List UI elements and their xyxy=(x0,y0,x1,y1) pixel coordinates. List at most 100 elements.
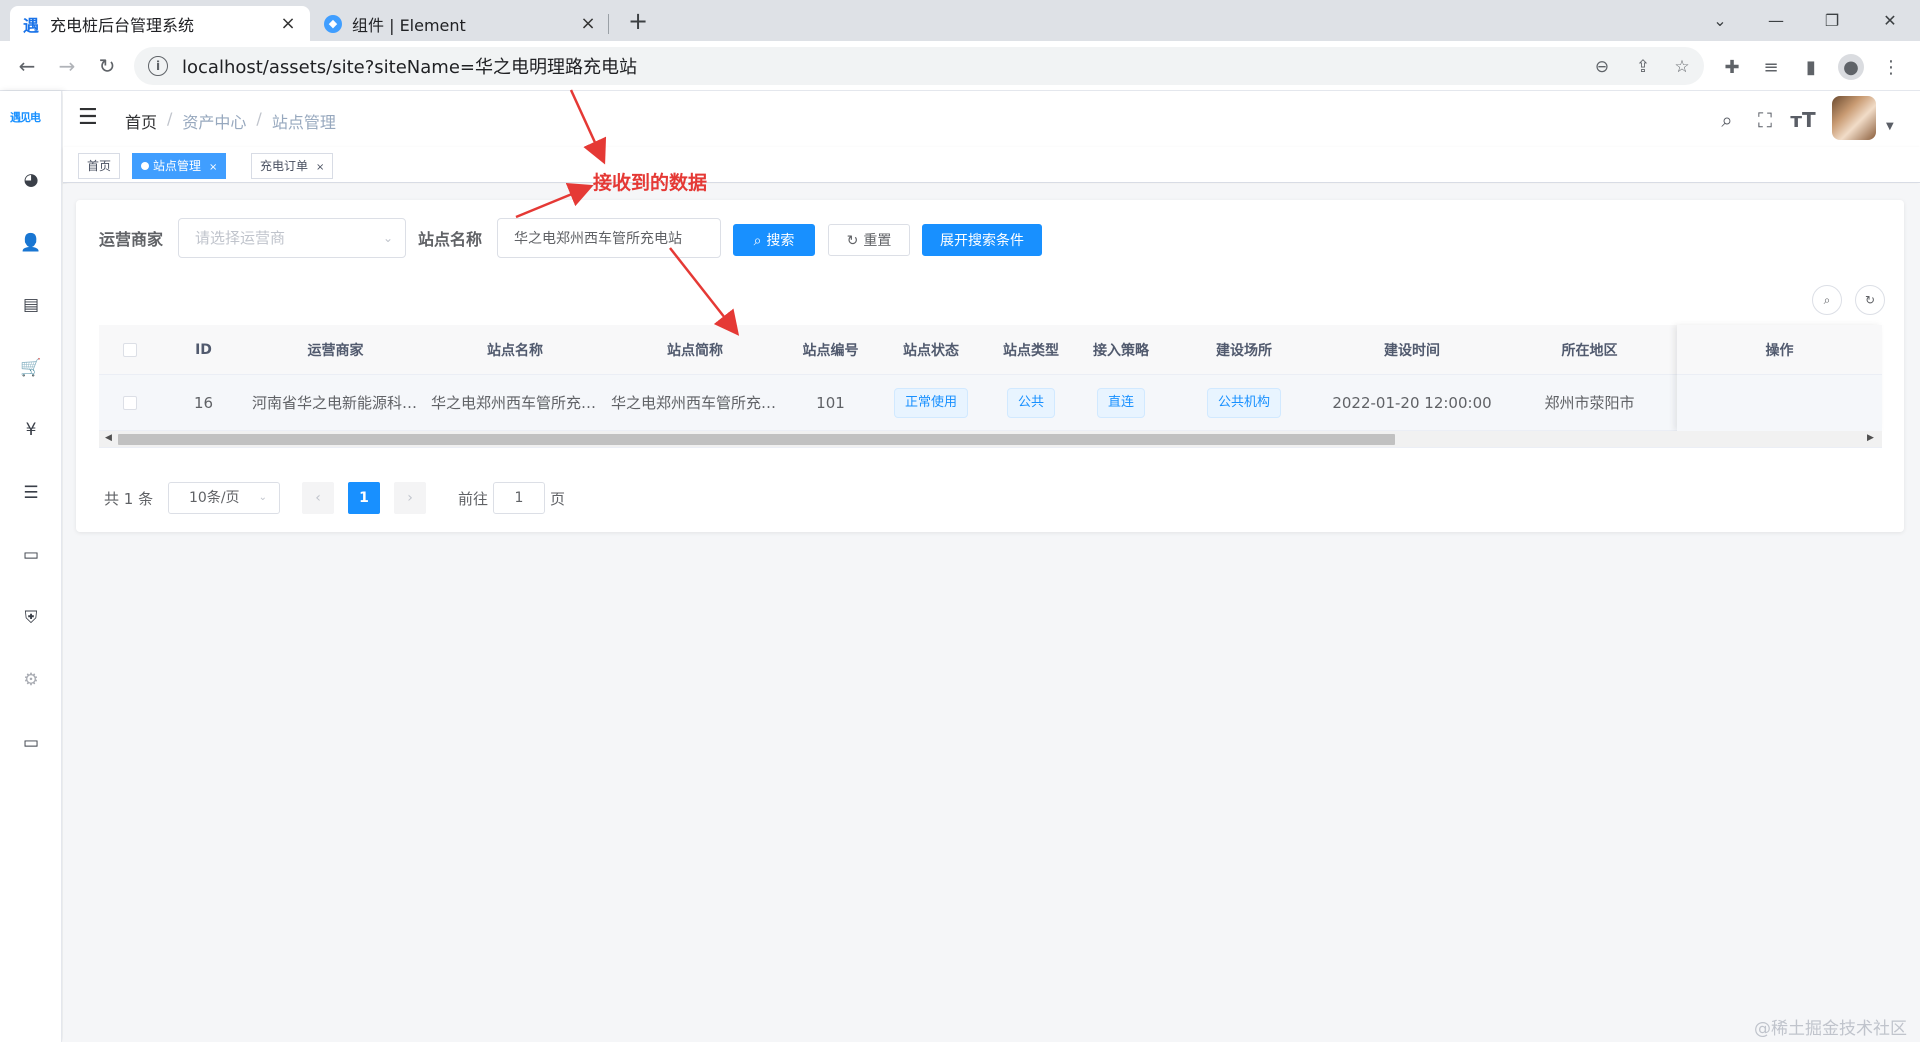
tag-label: 首页 xyxy=(87,159,112,173)
goto-label: 前往 xyxy=(458,490,489,508)
extensions-icon[interactable]: ✚ xyxy=(1719,54,1745,80)
url-text: localhost/assets/site?siteName=华之电明理路充电站 xyxy=(182,57,637,78)
chevron-down-icon: ⌄ xyxy=(258,492,267,503)
column-header[interactable]: ID xyxy=(161,325,246,374)
page-number-current[interactable]: 1 xyxy=(348,482,380,514)
page-size-select[interactable]: 10条/页 ⌄ xyxy=(168,482,280,514)
breadcrumb-asset-center: 资产中心 xyxy=(182,113,247,132)
fullscreen-icon[interactable]: ⛶ xyxy=(1752,107,1778,133)
shield-icon[interactable]: ⛨ xyxy=(20,607,42,629)
browser-tab-active[interactable]: 遇 充电桩后台管理系统 × xyxy=(10,6,310,41)
cell-site-no: 101 xyxy=(816,393,845,412)
database-icon[interactable]: ☰ xyxy=(20,482,42,504)
select-all-checkbox[interactable] xyxy=(99,325,161,374)
address-bar[interactable]: i localhost/assets/site?siteName=华之电明理路充… xyxy=(134,47,1704,85)
cell-status: 正常使用 xyxy=(876,375,986,430)
cell-site-name-text: 华之电郑州西车管所充电站 xyxy=(431,394,605,412)
column-header[interactable]: 站点简称 xyxy=(605,325,785,374)
site-info-icon[interactable]: i xyxy=(148,56,168,76)
reset-button-label: 重置 xyxy=(863,232,892,248)
search-icon[interactable]: ⌕ xyxy=(1714,107,1740,133)
tag-home[interactable]: 首页 xyxy=(78,153,121,179)
money-icon[interactable]: ¥ xyxy=(20,419,42,441)
caret-down-icon[interactable]: ▼ xyxy=(1886,121,1894,132)
breadcrumb-home[interactable]: 首页 xyxy=(125,109,157,133)
tag-close-icon[interactable]: × xyxy=(316,162,324,173)
breadcrumb-site-management: 站点管理 xyxy=(271,113,336,132)
minimize-icon[interactable]: — xyxy=(1748,0,1804,41)
column-header[interactable]: 建设场所 xyxy=(1166,325,1322,374)
side-panel-icon[interactable]: ▮ xyxy=(1798,54,1824,80)
back-icon[interactable]: ← xyxy=(12,51,42,81)
reading-list-icon[interactable]: ≡ xyxy=(1758,54,1784,80)
cell-operator: 河南省华之电新能源科技有限公司 xyxy=(246,375,425,430)
window-close-icon[interactable]: ✕ xyxy=(1862,0,1918,41)
dashboard-icon[interactable]: ◕ xyxy=(20,169,42,191)
horizontal-scrollbar[interactable]: ◀ ▶ xyxy=(99,431,1882,448)
column-header[interactable]: 站点状态 xyxy=(876,325,986,374)
search-icon: ⌕ xyxy=(753,231,762,248)
share-icon[interactable]: ⇪ xyxy=(1631,55,1655,79)
annotation-label: 接收到的数据 xyxy=(593,172,708,194)
cell-site-name: 华之电郑州西车管所充电站 xyxy=(425,375,605,430)
checkbox-box[interactable] xyxy=(123,342,137,357)
gear-icon[interactable]: ⚙ xyxy=(20,669,42,691)
scroll-right-icon[interactable]: ▶ xyxy=(1867,433,1874,443)
scroll-left-icon[interactable]: ◀ xyxy=(105,433,112,443)
prev-page-button[interactable]: ‹ xyxy=(302,482,334,514)
expand-button-label: 展开搜索条件 xyxy=(940,232,1024,248)
font-size-icon[interactable]: тT xyxy=(1790,107,1816,133)
tab-search-icon[interactable]: ⌄ xyxy=(1692,0,1748,41)
chart-icon[interactable]: ▤ xyxy=(20,294,42,316)
column-header[interactable]: 建设时间 xyxy=(1322,325,1502,374)
cell-region: 郑州市荥阳市 xyxy=(1544,394,1635,412)
new-tab-icon[interactable]: + xyxy=(624,6,652,36)
next-page-button[interactable]: › xyxy=(394,482,426,514)
search-button[interactable]: ⌕ 搜索 xyxy=(733,224,815,256)
close-tab-icon[interactable]: × xyxy=(278,13,298,34)
column-header[interactable]: 站点名称 xyxy=(425,325,605,374)
profile-icon[interactable]: ● xyxy=(1838,54,1864,80)
expand-search-button[interactable]: 展开搜索条件 xyxy=(922,224,1042,256)
column-header[interactable]: 站点类型 xyxy=(986,325,1076,374)
pagination-total: 共 1 条 xyxy=(104,490,154,508)
refresh-table-icon[interactable]: ↻ xyxy=(1855,285,1885,315)
scrollbar-thumb[interactable] xyxy=(118,434,1395,445)
search-button-label: 搜索 xyxy=(766,232,795,248)
tag-charging-order[interactable]: 充电订单 × xyxy=(251,153,334,179)
type-badge: 公共 xyxy=(1006,387,1055,418)
browser-tab-element[interactable]: ◆ 组件 | Element × xyxy=(312,6,610,41)
forward-icon[interactable]: → xyxy=(52,51,82,81)
operator-placeholder: 请选择运营商 xyxy=(195,229,286,247)
browser-tab-bar: 遇 充电桩后台管理系统 × ◆ 组件 | Element × + ⌄ — ❐ ✕ xyxy=(0,0,1920,41)
restore-icon[interactable]: ❐ xyxy=(1804,0,1860,41)
screen-icon[interactable]: ▭ xyxy=(20,732,42,754)
row-checkbox[interactable] xyxy=(99,375,161,430)
column-header[interactable]: 运营商家 xyxy=(246,325,425,374)
monitor-icon[interactable]: ▭ xyxy=(20,544,42,566)
app-logo[interactable]: 遇见电 xyxy=(10,109,52,127)
zoom-icon[interactable]: ⊖ xyxy=(1590,55,1614,79)
users-icon[interactable]: 👤 xyxy=(20,232,42,254)
active-dot-icon xyxy=(141,162,149,170)
checkbox-box[interactable] xyxy=(123,395,137,410)
tag-site-management[interactable]: 站点管理 × xyxy=(132,153,227,179)
operator-select[interactable]: 请选择运营商 ⌄ xyxy=(178,218,406,258)
close-tab-icon[interactable]: × xyxy=(578,13,598,34)
browser-menu-icon[interactable]: ⋮ xyxy=(1878,54,1904,80)
avatar[interactable] xyxy=(1832,96,1876,140)
reload-icon[interactable]: ↻ xyxy=(92,51,122,81)
tag-label: 充电订单 xyxy=(260,159,309,173)
bookmark-star-icon[interactable]: ☆ xyxy=(1670,55,1694,79)
column-header[interactable]: 站点编号 xyxy=(785,325,876,374)
tag-close-icon[interactable]: × xyxy=(209,162,217,173)
column-header[interactable]: 接入策略 xyxy=(1076,325,1166,374)
cart-icon[interactable]: 🛒 xyxy=(20,357,42,379)
site-name-input[interactable] xyxy=(497,218,721,258)
table-row[interactable]: 16 河南省华之电新能源科技有限公司 华之电郑州西车管所充电站 华之电郑州西车管… xyxy=(99,375,1882,431)
column-header[interactable]: 所在地区 xyxy=(1502,325,1677,374)
goto-page-input[interactable]: 1 xyxy=(493,482,545,514)
hamburger-menu-icon[interactable]: ☰ xyxy=(78,107,100,129)
toggle-search-icon[interactable]: ⌕ xyxy=(1812,285,1842,315)
reset-button[interactable]: ↻ 重置 xyxy=(828,224,910,256)
